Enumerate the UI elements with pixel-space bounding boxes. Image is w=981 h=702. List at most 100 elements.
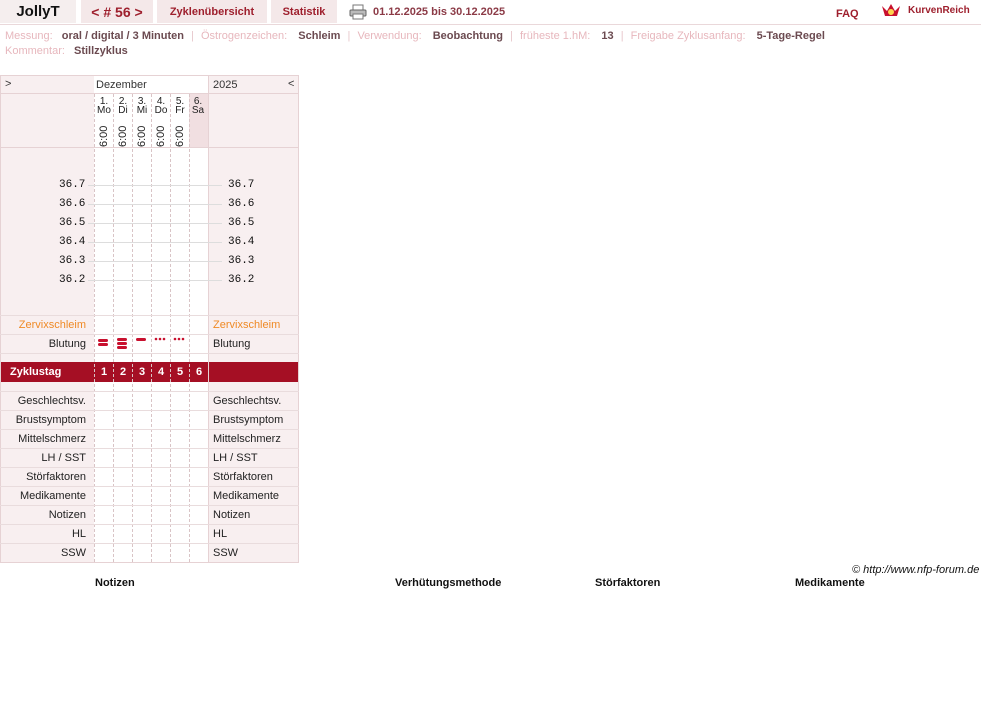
bleeding-mark-day-4: [154, 337, 158, 341]
separator: |: [620, 30, 624, 42]
row-divider: [0, 315, 299, 316]
temperature-tick-right: 36.7: [228, 179, 255, 191]
usage-value: Beobachtung: [432, 30, 503, 42]
temperature-tick-left: 36.4: [59, 236, 86, 248]
estrogen-value: Schleim: [298, 30, 341, 42]
measurement-label: Messung:: [5, 30, 53, 42]
row-label-mittelschmerz-right: Mittelschmerz: [213, 433, 281, 445]
next-cycle-arrow[interactable]: <: [288, 78, 294, 90]
tab-cycle-overview[interactable]: Zyklenübersicht: [157, 0, 267, 23]
cycle-start-rule-value: 5-Tage-Regel: [756, 30, 825, 42]
chart-border: [0, 75, 299, 76]
bleeding-mark-day-2: [117, 346, 127, 349]
prev-cycle-arrow[interactable]: >: [5, 78, 11, 90]
footer-header-disturbances: Störfaktoren: [595, 577, 661, 589]
row-divider: [0, 353, 299, 354]
user-name-tab[interactable]: JollyT: [0, 0, 76, 23]
row-label-disturbances: Störfaktoren: [26, 471, 86, 483]
measurement-time: 6:00: [98, 125, 110, 147]
bleeding-mark-day-1: [98, 339, 108, 342]
temperature-tick-left: 36.2: [59, 274, 86, 286]
row-divider: [0, 543, 299, 544]
top-bar: JollyT < # 56 > Zyklenübersicht Statisti…: [0, 0, 981, 25]
temperature-tick-left: 36.3: [59, 255, 86, 267]
day-divider: [170, 94, 171, 562]
bleeding-mark-day-2: [117, 338, 127, 341]
measurement-time: 6:00: [136, 125, 148, 147]
comment-row: Kommentar: Stillzyklus: [5, 45, 128, 57]
row-label-notes: Notizen: [48, 509, 86, 521]
temperature-tick-left: 36.7: [59, 179, 86, 191]
row-label-lh-test: LH / SST: [41, 452, 86, 464]
faq-link[interactable]: FAQ: [836, 8, 859, 20]
comment-value: Stillzyklus: [73, 45, 128, 57]
row-divider: [0, 448, 299, 449]
cycle-day-label: Zyklustag: [10, 366, 62, 378]
cycle-day-number[interactable]: 2: [114, 366, 132, 378]
day-weekday: Mi: [136, 105, 148, 116]
cycle-day-number[interactable]: 6: [190, 366, 208, 378]
temperature-tick-left: 36.5: [59, 217, 86, 229]
brand-logo-icon[interactable]: [880, 2, 902, 20]
day-divider: [151, 94, 152, 562]
header-divider: [0, 147, 299, 148]
bleeding-mark-day-4: [158, 337, 162, 341]
cycle-navigator[interactable]: < # 56 >: [81, 0, 153, 23]
footer-header-notes: Notizen: [95, 577, 135, 589]
brand-name[interactable]: KurvenReich: [908, 5, 970, 16]
earliest-value: 13: [601, 30, 614, 42]
day-weekday: Mo: [97, 105, 111, 116]
cycle-day-number[interactable]: 1: [95, 366, 113, 378]
cervical-mucus-label: Zervixschleim: [18, 319, 86, 331]
day-weekday: Sa: [191, 105, 205, 116]
bleeding-mark-day-5: [181, 337, 185, 341]
header-divider: [0, 93, 299, 94]
cycle-day-number[interactable]: 4: [152, 366, 170, 378]
bleeding-mark-day-4: [162, 337, 166, 341]
month-label: Dezember: [96, 79, 147, 91]
row-label-intercourse: Geschlechtsv.: [17, 395, 86, 407]
row-label-intercourse-right: Geschlechtsv.: [213, 395, 282, 407]
temperature-tick-right: 36.6: [228, 198, 255, 210]
day-divider: [94, 94, 95, 562]
bleeding-mark-day-5: [173, 337, 177, 341]
temperature-tick-right: 36.5: [228, 217, 255, 229]
row-divider: [0, 467, 299, 468]
bleeding-marks: [98, 337, 185, 349]
footer-header-contraception: Verhütungsmethode: [395, 577, 502, 589]
bleeding-label: Blutung: [48, 338, 86, 350]
row-label-breast-symptom: Brustsymptom: [15, 414, 86, 426]
day-weekday: Fr: [175, 105, 185, 116]
chart-border: [208, 75, 209, 563]
temperature-gridline: [88, 242, 222, 243]
day-weekday: Di: [118, 105, 128, 116]
cycle-day-number[interactable]: 3: [133, 366, 151, 378]
date-range: 01.12.2025 bis 30.12.2025: [373, 6, 506, 18]
cervical-mucus-label-right: Zervixschleim: [213, 319, 281, 331]
printer-icon[interactable]: [349, 4, 367, 20]
day-divider: [189, 94, 190, 562]
chart-border: [0, 75, 1, 563]
measurement-time: 6:00: [117, 125, 129, 147]
measurement-value: oral / digital / 3 Minuten: [61, 30, 184, 42]
bleeding-mark-day-3: [136, 338, 146, 341]
row-label-hl-right: HL: [213, 528, 228, 540]
temperature-gridline: [88, 185, 222, 186]
tab-statistics[interactable]: Statistik: [271, 0, 337, 23]
temperature-gridline: [88, 261, 222, 262]
cycle-start-rule-label: Freigabe Zyklusanfang:: [630, 30, 746, 42]
cycle-info-row: Messung: oral / digital / 3 Minuten | Ös…: [5, 30, 825, 42]
temperature-gridline: [88, 280, 222, 281]
row-label-medication: Medikamente: [19, 490, 86, 502]
temperature-tick-right: 36.3: [228, 255, 255, 267]
day-divider: [113, 94, 114, 562]
cycle-day-number[interactable]: 5: [171, 366, 189, 378]
earliest-label: früheste 1.hM:: [519, 30, 591, 42]
row-label-hl: HL: [71, 528, 86, 540]
measurement-time: 6:00: [174, 125, 186, 147]
row-divider: [0, 429, 299, 430]
forum-credit[interactable]: © http://www.nfp-forum.de: [852, 564, 979, 576]
row-divider: [0, 391, 299, 392]
bleeding-mark-day-1: [98, 343, 108, 346]
footer-header-medication: Medikamente: [795, 577, 865, 589]
